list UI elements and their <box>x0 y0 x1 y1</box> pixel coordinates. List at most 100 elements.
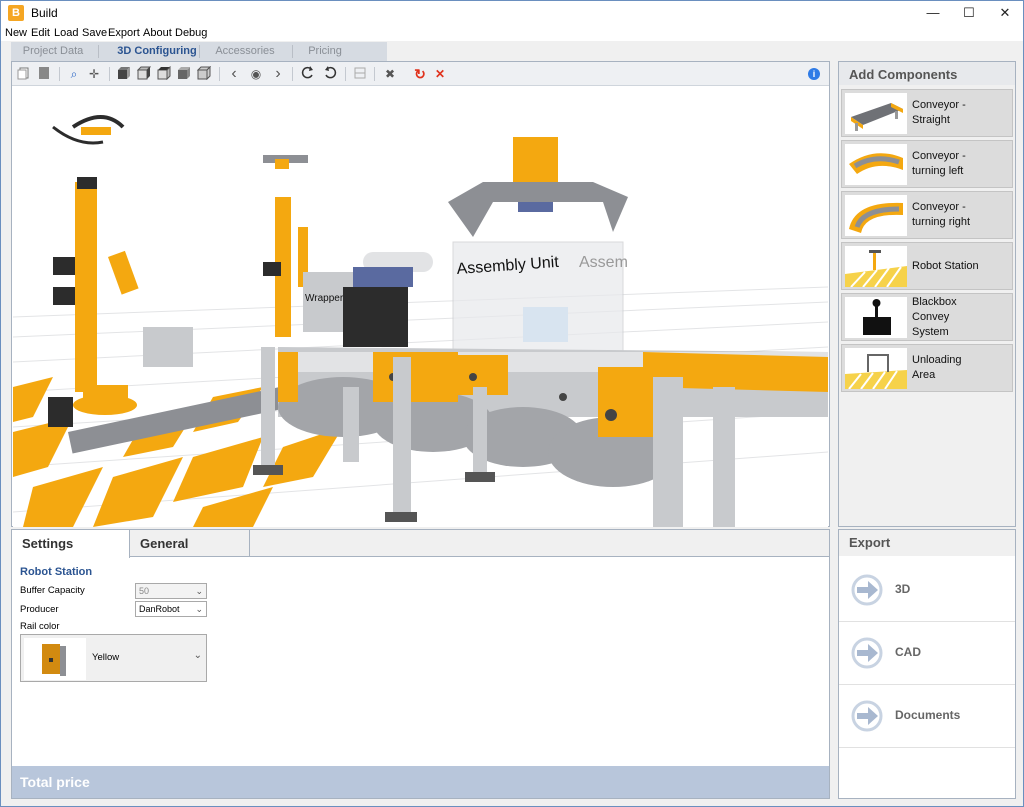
chevron-down-icon: ⌄ <box>195 604 203 614</box>
toolbar-separator <box>374 67 375 81</box>
component-label: Robot Station <box>912 259 979 272</box>
toolbar-separator <box>59 67 60 81</box>
maximize-button[interactable]: ☐ <box>951 1 987 25</box>
cube-back-icon[interactable] <box>196 65 212 82</box>
tab-settings[interactable]: Settings <box>12 530 130 558</box>
buffer-capacity-label: Buffer Capacity <box>20 585 85 596</box>
producer-select[interactable]: DanRobot ⌄ <box>135 601 207 617</box>
tab-pricing[interactable]: Pricing <box>293 42 357 61</box>
3d-scene: Wrapper Assembly Unit Assem <box>13 115 828 527</box>
main-tabs: Project Data 3D Configuring Accessories … <box>11 42 387 61</box>
menu-bar: New Edit Load Save Export About Debug <box>1 25 1023 41</box>
component-label: Conveyor - Straight <box>912 99 966 126</box>
pan-icon[interactable]: ✛ <box>86 66 102 82</box>
minimize-button[interactable]: — <box>915 1 951 25</box>
component-blackbox[interactable]: Blackbox Convey System <box>841 293 1013 341</box>
info-icon[interactable]: i <box>806 66 822 82</box>
conveyor-straight-icon <box>845 93 907 134</box>
cube-side-icon[interactable] <box>136 66 152 82</box>
refresh-icon[interactable]: ↻ <box>412 66 428 82</box>
tab-general[interactable]: General <box>130 530 250 557</box>
cube-front-icon[interactable] <box>116 66 132 82</box>
producer-value: DanRobot <box>139 604 180 614</box>
export-cad-button[interactable]: CAD <box>839 623 1015 685</box>
export-label: 3D <box>895 582 911 596</box>
page-icon[interactable] <box>36 66 52 82</box>
buffer-capacity-value: 50 <box>139 586 150 596</box>
export-label: Documents <box>895 708 961 722</box>
toolbar-separator <box>219 67 220 81</box>
menu-debug[interactable]: Debug <box>175 27 207 39</box>
new-doc-icon[interactable] <box>16 66 32 82</box>
component-label: Blackbox Convey System <box>912 295 957 338</box>
rail-color-select[interactable]: Yellow ⌄ <box>20 634 207 682</box>
export-3d-button[interactable]: 3D <box>839 560 1015 622</box>
export-label: CAD <box>895 645 921 659</box>
prev-icon[interactable]: ‹ <box>226 66 242 82</box>
close-button[interactable]: ✕ <box>987 1 1023 25</box>
total-price-bar: Total price <box>12 766 829 798</box>
viewer-toolbar: ⌕ ✛ ‹ ◉ › ✖ ↻ ✕ i <box>12 62 829 86</box>
next-icon[interactable]: › <box>270 66 286 82</box>
grid-icon[interactable] <box>352 66 368 82</box>
menu-save[interactable]: Save <box>82 27 107 39</box>
component-conveyor-left[interactable]: Conveyor - turning left <box>841 140 1013 188</box>
chevron-down-icon: ⌄ <box>193 650 202 661</box>
cube-top-icon[interactable] <box>156 65 172 82</box>
wrapper-label: Wrapper <box>305 293 344 304</box>
delete-icon[interactable]: ✕ <box>432 66 448 82</box>
chevron-down-icon: ⌄ <box>195 586 203 596</box>
rail-color-swatch <box>24 638 86 680</box>
conveyor-left-icon <box>845 144 907 185</box>
toolbar-separator <box>292 67 293 81</box>
menu-load[interactable]: Load <box>54 27 78 39</box>
zoom-icon[interactable]: ⌕ <box>66 66 82 82</box>
info-icon-glyph: i <box>808 68 820 80</box>
buffer-capacity-select[interactable]: 50 ⌄ <box>135 583 207 599</box>
app-icon: B <box>8 5 24 21</box>
arrow-right-circle-icon <box>851 637 883 669</box>
add-components-panel: Add Components Conveyor - Straight Conve… <box>838 61 1016 527</box>
producer-label: Producer <box>20 604 59 615</box>
rail-color-value: Yellow <box>92 652 120 663</box>
menu-about[interactable]: About <box>143 27 172 39</box>
component-unloading-area[interactable]: Unloading Area <box>841 344 1013 392</box>
arrow-right-circle-icon <box>851 700 883 732</box>
tab-3d-configuring[interactable]: 3D Configuring <box>101 42 213 61</box>
rail-color-label: Rail color <box>20 621 60 632</box>
menu-edit[interactable]: Edit <box>31 27 50 39</box>
component-conveyor-right[interactable]: Conveyor - turning right <box>841 191 1013 239</box>
toolbar-separator <box>109 67 110 81</box>
title-bar: B Build — ☐ ✕ <box>1 1 1023 25</box>
section-title: Robot Station <box>20 566 93 578</box>
export-documents-button[interactable]: Documents <box>839 686 1015 748</box>
rotate-right-icon[interactable] <box>322 66 338 82</box>
component-label: Conveyor - turning left <box>912 150 966 177</box>
window-title: Build <box>31 6 58 20</box>
assembly-unit-mirror-label: Assem <box>579 254 628 271</box>
menu-export[interactable]: Export <box>108 27 140 39</box>
add-components-header: Add Components <box>839 62 1015 85</box>
tools-icon[interactable]: ✖ <box>382 66 398 82</box>
viewer-panel: ⌕ ✛ ‹ ◉ › ✖ ↻ ✕ i Wrapper Assembly Unit … <box>11 61 830 527</box>
component-label: Unloading Area <box>912 354 962 381</box>
robot-station-icon <box>845 246 907 287</box>
eye-icon[interactable]: ◉ <box>248 66 264 82</box>
settings-tabs: Settings General <box>12 530 829 558</box>
cube-iso-icon[interactable] <box>176 66 192 82</box>
tab-separator <box>98 45 99 58</box>
menu-new[interactable]: New <box>5 27 27 39</box>
component-robot-station[interactable]: Robot Station <box>841 242 1013 290</box>
tab-separator <box>199 45 200 58</box>
export-header: Export <box>839 530 1015 556</box>
rotate-left-icon[interactable] <box>300 66 316 82</box>
tab-project-data[interactable]: Project Data <box>11 42 95 61</box>
arrow-right-circle-icon <box>851 574 883 606</box>
tab-accessories[interactable]: Accessories <box>201 42 289 61</box>
3d-scene-canvas[interactable]: Wrapper Assembly Unit Assem <box>13 87 828 527</box>
conveyor-right-icon <box>845 195 907 236</box>
unloading-area-icon <box>845 348 907 389</box>
right-panel: Add Components Conveyor - Straight Conve… <box>838 61 1016 799</box>
settings-panel: Settings General Robot Station Buffer Ca… <box>11 529 830 799</box>
component-conveyor-straight[interactable]: Conveyor - Straight <box>841 89 1013 137</box>
